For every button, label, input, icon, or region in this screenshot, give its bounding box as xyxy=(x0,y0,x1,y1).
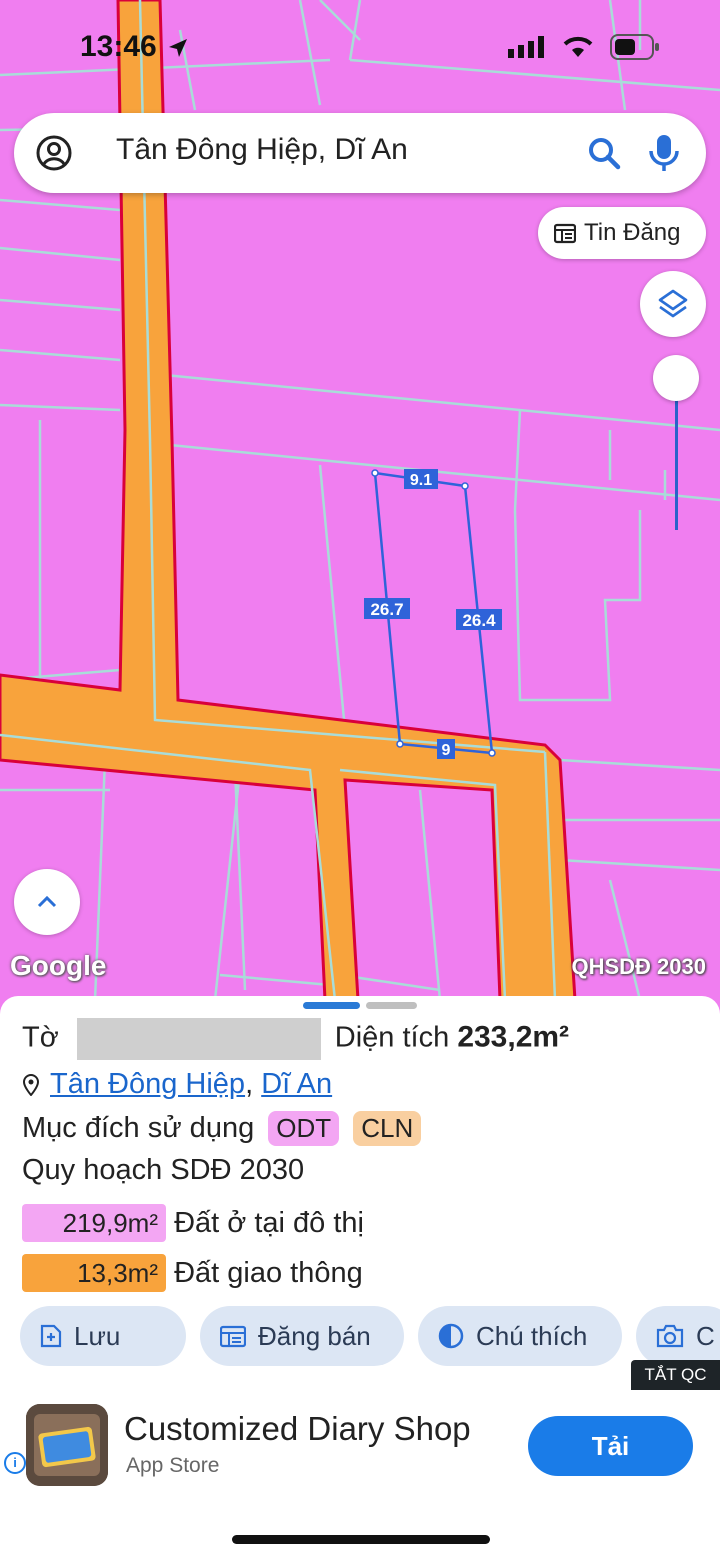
wifi-icon xyxy=(563,36,593,57)
chevron-up-icon xyxy=(37,895,57,908)
parcel-edge-label-left: 26.7 xyxy=(364,598,410,619)
svg-text:26.4: 26.4 xyxy=(462,611,496,630)
area-label: Diện tích xyxy=(334,1021,450,1054)
search-icon[interactable] xyxy=(586,135,622,171)
location-arrow-icon xyxy=(169,39,187,57)
sell-button[interactable]: Đăng bán xyxy=(200,1306,404,1366)
purpose-badge-cln: CLN xyxy=(353,1111,422,1146)
location-pin-icon xyxy=(22,1074,40,1097)
tin-dang-button[interactable]: Tin Đăng xyxy=(538,207,706,259)
action-buttons: Lưu Đăng bán Chú thích C xyxy=(20,1306,720,1366)
city-link[interactable]: Dĩ An xyxy=(261,1068,332,1100)
save-label: Lưu xyxy=(74,1320,121,1351)
legend-value-residential: 219,9m² xyxy=(22,1204,166,1242)
legend-label: Chú thích xyxy=(476,1320,588,1351)
sheet-handle[interactable] xyxy=(366,1002,417,1009)
sheet-label: Tờ xyxy=(22,1021,59,1054)
cellular-signal-icon xyxy=(508,36,544,58)
app-logo xyxy=(26,1404,108,1486)
location-row: Tân Đông Hiệp, Dĩ An xyxy=(22,1068,332,1101)
contrast-icon xyxy=(438,1323,464,1349)
account-icon[interactable] xyxy=(36,135,72,171)
close-ad-button[interactable]: TẮT QC xyxy=(631,1360,720,1390)
home-indicator[interactable] xyxy=(232,1535,490,1544)
legend-row-residential: 219,9m² Đất ở tại đô thị xyxy=(22,1204,364,1242)
parcel-info-sheet[interactable]: Tờ Diện tích 233,2m² Tân Đông Hiệp, Dĩ A… xyxy=(0,996,720,1396)
parcel-edge-label-top: 9.1 xyxy=(404,469,438,489)
parcel-edge-label-right: 26.4 xyxy=(456,609,502,630)
status-bar: 13:46 xyxy=(0,0,720,100)
calendar-list-icon xyxy=(554,223,576,244)
google-logo: Google xyxy=(10,950,107,981)
expand-panel-button[interactable] xyxy=(14,869,80,935)
redacted-sheet-number xyxy=(76,1018,321,1060)
camera-icon xyxy=(656,1324,684,1348)
legend-row-traffic: 13,3m² Đất giao thông xyxy=(22,1254,363,1292)
search-bar[interactable]: Tân Đông Hiệp, Dĩ An xyxy=(14,113,706,193)
layers-button[interactable] xyxy=(640,271,706,337)
svg-text:9.1: 9.1 xyxy=(410,472,432,489)
map-layer-label: QHSDĐ 2030 xyxy=(571,954,706,979)
sell-label: Đăng bán xyxy=(258,1320,371,1351)
purpose-badge-odt: ODT xyxy=(268,1111,340,1146)
svg-text:26.7: 26.7 xyxy=(370,600,403,619)
legend-value-traffic: 13,3m² xyxy=(22,1254,166,1292)
ward-link[interactable]: Tân Đông Hiệp xyxy=(50,1068,245,1100)
home-area xyxy=(0,1500,720,1558)
search-input[interactable]: Tân Đông Hiệp, Dĩ An xyxy=(116,133,408,167)
status-time: 13:46 xyxy=(80,30,157,63)
legend-label-residential: Đất ở tại đô thị xyxy=(174,1207,364,1239)
ad-banner[interactable]: i Customized Diary Shop App Store Tải xyxy=(0,1390,720,1500)
opacity-slider-track[interactable] xyxy=(675,380,678,530)
tin-dang-label: Tin Đăng xyxy=(584,219,681,246)
svg-text:9: 9 xyxy=(442,742,451,759)
install-button[interactable]: Tải xyxy=(528,1416,693,1476)
ad-info-icon[interactable]: i xyxy=(4,1452,26,1474)
area-value: 233,2m² xyxy=(457,1020,570,1054)
purpose-row: Mục đích sử dụng ODT CLN xyxy=(22,1111,422,1146)
sheet-handle-active[interactable] xyxy=(303,1002,360,1009)
parcel-header: Tờ Diện tích 233,2m² xyxy=(22,1018,569,1060)
layers-icon xyxy=(658,289,688,318)
ad-title: Customized Diary Shop xyxy=(124,1410,471,1447)
capture-button[interactable]: C xyxy=(636,1306,720,1366)
legend-label-traffic: Đất giao thông xyxy=(174,1257,363,1289)
parcel-edge-label-bottom: 9 xyxy=(437,739,455,759)
save-button[interactable]: Lưu xyxy=(20,1306,186,1366)
opacity-slider-thumb[interactable] xyxy=(653,355,699,401)
legend-button[interactable]: Chú thích xyxy=(418,1306,622,1366)
diary-logo-image xyxy=(26,1404,108,1486)
capture-label: C xyxy=(696,1320,715,1351)
battery-icon xyxy=(610,34,659,60)
plan-label: Quy hoạch SDĐ 2030 xyxy=(22,1154,305,1186)
ad-store: App Store xyxy=(126,1454,220,1477)
microphone-icon[interactable] xyxy=(646,133,682,173)
location-separator: , xyxy=(245,1068,254,1100)
calendar-list-icon xyxy=(220,1325,246,1348)
purpose-label: Mục đích sử dụng xyxy=(22,1112,255,1144)
add-file-icon xyxy=(40,1324,62,1348)
